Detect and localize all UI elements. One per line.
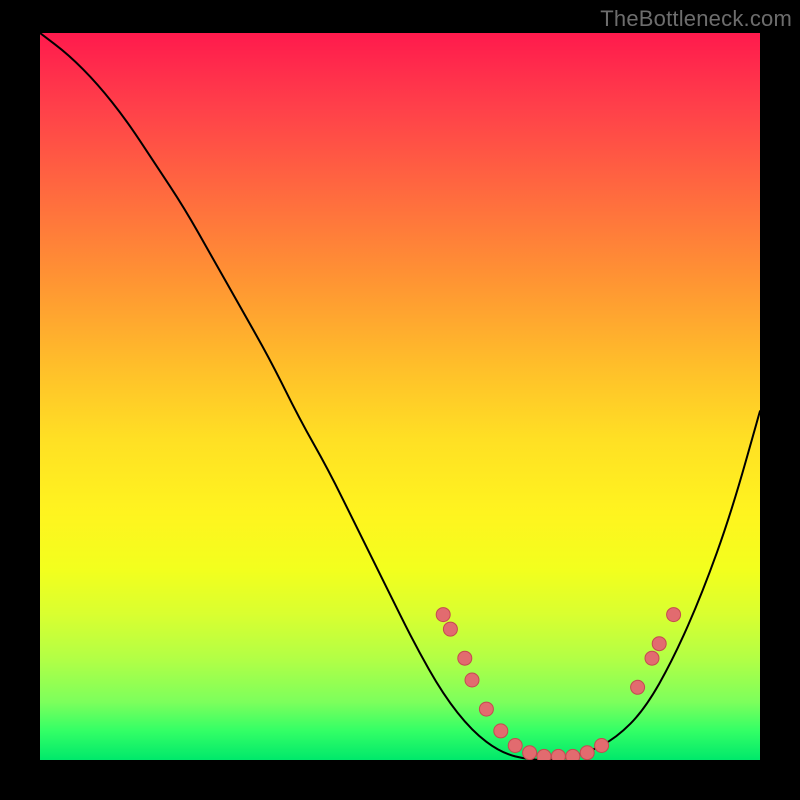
chart-frame: TheBottleneck.com xyxy=(0,0,800,800)
curve-marker xyxy=(537,749,551,760)
curve-marker xyxy=(443,622,457,636)
curve-marker xyxy=(580,746,594,760)
curve-marker xyxy=(551,749,565,760)
curve-marker xyxy=(667,608,681,622)
curve-marker xyxy=(458,651,472,665)
curve-marker xyxy=(508,739,522,753)
curve-marker xyxy=(523,746,537,760)
curve-svg xyxy=(40,33,760,760)
curve-marker xyxy=(652,637,666,651)
curve-marker xyxy=(645,651,659,665)
plot-area xyxy=(40,33,760,760)
curve-marker xyxy=(566,749,580,760)
watermark-text: TheBottleneck.com xyxy=(600,6,792,32)
curve-marker xyxy=(436,608,450,622)
curve-marker xyxy=(494,724,508,738)
curve-marker xyxy=(595,739,609,753)
curve-marker xyxy=(631,680,645,694)
marker-group xyxy=(436,608,680,760)
curve-marker xyxy=(465,673,479,687)
curve-marker xyxy=(479,702,493,716)
